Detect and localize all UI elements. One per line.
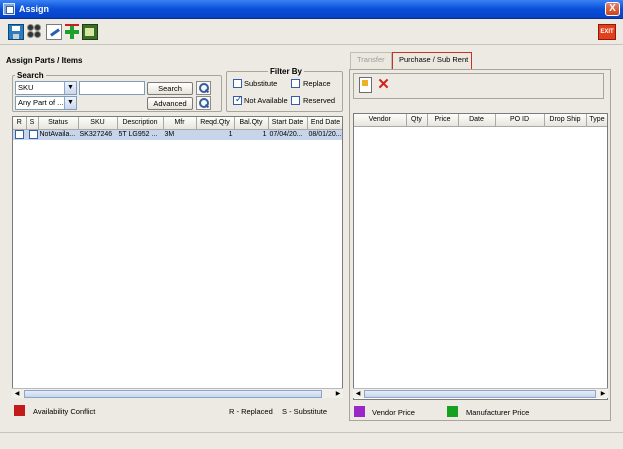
users-icon[interactable]	[27, 24, 43, 40]
save-icon[interactable]	[8, 24, 24, 40]
window-icon	[3, 3, 15, 15]
scroll-left-icon[interactable]: ◀	[12, 389, 22, 399]
column-header[interactable]: Type	[586, 114, 607, 127]
table-cell: 07/04/20...	[268, 129, 308, 140]
reserved-checkbox[interactable]	[291, 96, 300, 105]
not-available-checkbox[interactable]	[233, 94, 243, 105]
substitute-checkbox[interactable]	[233, 79, 242, 88]
search-field-select[interactable]: SKU ▼	[15, 81, 77, 95]
column-header[interactable]: Vendor	[354, 114, 407, 127]
replace-label: Replace	[303, 79, 331, 88]
search-input[interactable]	[79, 81, 145, 95]
table-cell: 3M	[163, 129, 197, 140]
purchase-horizontal-scrollbar[interactable]: ◀ ▶	[353, 388, 608, 398]
vendor-price-label: Vendor Price	[372, 408, 415, 417]
purchase-table[interactable]: Vendor Qty Price Date PO ID Drop Ship Ty…	[353, 113, 608, 400]
new-document-icon[interactable]	[359, 77, 372, 93]
section-title: Assign Parts / Items	[6, 56, 83, 65]
window-title: Assign	[19, 4, 50, 14]
replaced-legend: R - Replaced	[229, 407, 273, 416]
row-substitute-checkbox[interactable]	[28, 130, 37, 140]
table-cell: NotAvaila...	[38, 129, 79, 140]
match-type-select[interactable]: Any Part of ... ▼	[15, 96, 77, 110]
advanced-button[interactable]: Advanced	[147, 97, 193, 110]
vendor-price-swatch	[354, 406, 365, 417]
scroll-thumb[interactable]	[24, 390, 322, 398]
parts-table[interactable]: R S Status SKU Description Mfr Reqd.Qty …	[12, 116, 343, 398]
column-header[interactable]: Reqd.Qty	[196, 117, 235, 130]
column-header[interactable]: Start Date	[268, 117, 308, 130]
table-cell: 1	[234, 129, 269, 140]
table-cell: 5T LG952 ...	[117, 129, 164, 140]
chevron-down-icon: ▼	[64, 82, 76, 94]
search-field-value: SKU	[18, 83, 34, 92]
column-header[interactable]: R	[13, 117, 27, 130]
table-header-row: Vendor Qty Price Date PO ID Drop Ship Ty…	[354, 114, 607, 127]
substitute-label: Substitute	[244, 79, 278, 88]
chevron-down-icon: ▼	[64, 97, 76, 109]
substitute-legend: S - Substitute	[282, 407, 328, 416]
filter-group	[226, 71, 343, 112]
table-cell: 08/01/20...	[307, 129, 342, 140]
manufacturer-price-label: Manufacturer Price	[466, 408, 530, 417]
tab-purchase-sub-rent[interactable]: Purchase / Sub Rent	[392, 52, 472, 69]
toolbar	[0, 19, 623, 45]
column-header[interactable]: PO ID	[495, 114, 545, 127]
availability-conflict-swatch	[14, 405, 25, 416]
edit-icon[interactable]	[46, 24, 62, 40]
column-header[interactable]: SKU	[78, 117, 118, 130]
scroll-right-icon[interactable]: ▶	[333, 389, 343, 399]
column-header[interactable]: End Date	[307, 117, 342, 130]
scroll-thumb[interactable]	[364, 390, 596, 398]
column-header[interactable]: Description	[117, 117, 164, 130]
parts-horizontal-scrollbar[interactable]: ◀ ▶	[12, 388, 343, 398]
column-header[interactable]: Qty	[406, 114, 428, 127]
search-button[interactable]: Search	[147, 82, 193, 95]
table-row[interactable]: NotAvaila... SK327246 5T LG952 ... 3M 1 …	[13, 129, 342, 140]
filter-group-label: Filter By	[268, 67, 305, 76]
delete-icon[interactable]: ✕	[376, 77, 391, 92]
match-type-value: Any Part of ...	[18, 98, 64, 107]
table-header-row: R S Status SKU Description Mfr Reqd.Qty …	[13, 117, 342, 130]
close-button[interactable]: X	[605, 2, 620, 16]
exit-button[interactable]: EXIT	[598, 24, 616, 40]
row-substitute-cell[interactable]	[26, 129, 39, 140]
advanced-search-icon[interactable]	[196, 96, 211, 110]
row-replaced-cell[interactable]	[13, 129, 27, 140]
add-icon[interactable]	[64, 24, 80, 40]
column-header[interactable]: Price	[427, 114, 459, 127]
search-icon[interactable]	[196, 81, 211, 95]
scroll-left-icon[interactable]: ◀	[353, 389, 363, 399]
title-bar: Assign X	[0, 0, 623, 19]
column-header[interactable]: Status	[38, 117, 79, 130]
column-header[interactable]: Bal.Qty	[234, 117, 269, 130]
table-cell: 1	[196, 129, 235, 140]
reserved-label: Reserved	[303, 96, 336, 105]
scroll-right-icon[interactable]: ▶	[598, 389, 608, 399]
column-header[interactable]: Drop Ship	[544, 114, 587, 127]
availability-conflict-label: Availability Conflict	[33, 407, 96, 416]
table-cell: SK327246	[78, 129, 118, 140]
row-replaced-checkbox[interactable]	[15, 130, 24, 140]
column-header[interactable]: S	[26, 117, 39, 130]
search-group-label: Search	[15, 71, 46, 80]
replace-checkbox[interactable]	[291, 79, 300, 88]
column-header[interactable]: Mfr	[163, 117, 197, 130]
tab-transfer[interactable]: Transfer	[350, 52, 392, 69]
manufacturer-price-swatch	[447, 406, 458, 417]
status-bar	[0, 432, 623, 449]
dashboard-icon[interactable]	[82, 24, 98, 40]
column-header[interactable]: Date	[458, 114, 496, 127]
not-available-label: Not Available	[244, 96, 288, 105]
